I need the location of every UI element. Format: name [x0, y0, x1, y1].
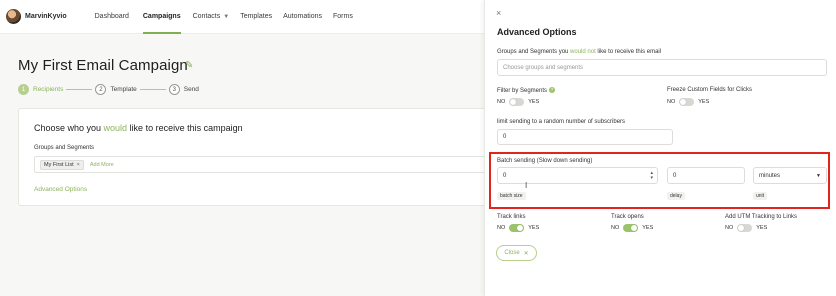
add-more-link[interactable]: Add More [90, 162, 114, 168]
card-title-post: like to receive this campaign [127, 123, 243, 133]
highlight-annotation [489, 152, 830, 209]
list-tag: My First List × [40, 159, 84, 170]
freeze-fields-toggle[interactable]: NO YES [667, 98, 709, 106]
list-tag-label: My First List [44, 161, 74, 168]
step-number: 3 [168, 84, 180, 95]
toggle-yes-label: YES [528, 225, 540, 231]
card-title: Choose who you would like to receive thi… [34, 123, 243, 133]
nav-contacts[interactable]: Contacts ▼ [193, 0, 230, 34]
page-title: My First Email Campaign [18, 57, 188, 74]
pencil-icon[interactable]: ✎ [185, 60, 193, 71]
exclude-groups-label: Groups and Segments you would not like t… [497, 49, 661, 55]
close-icon[interactable]: × [496, 8, 501, 18]
step-divider [139, 89, 166, 90]
username[interactable]: MarvinKyvio [25, 13, 67, 20]
toggle-switch[interactable] [623, 224, 639, 232]
nav-contacts-label: Contacts [192, 13, 221, 20]
avatar[interactable] [6, 9, 21, 24]
toggle-yes-label: YES [698, 99, 710, 105]
toggle-no-label: NO [497, 225, 506, 231]
toggle-no-label: NO [497, 99, 506, 105]
track-links-label: Track links [497, 214, 526, 220]
toggle-switch[interactable] [509, 224, 525, 232]
track-opens-label: Track opens [611, 214, 644, 220]
filter-segments-text: Filter by Segments [497, 88, 548, 94]
close-icon: ✕ [523, 250, 529, 257]
limit-label: limit sending to a random number of subs… [497, 119, 626, 125]
step-divider [66, 89, 93, 90]
nav-campaigns[interactable]: Campaigns [142, 0, 181, 34]
toggle-no-label: NO [667, 99, 676, 105]
toggle-yes-label: YES [642, 225, 654, 231]
toggle-no-label: NO [611, 225, 620, 231]
toggle-yes-label: YES [528, 99, 540, 105]
advanced-options-link[interactable]: Advanced Options [34, 186, 87, 193]
text-cursor-icon: I [525, 181, 528, 190]
nav-dashboard[interactable]: Dashboard [95, 0, 129, 34]
groups-input[interactable]: My First List × Add More [34, 156, 485, 173]
step-template[interactable]: 2 Template [95, 84, 137, 95]
step-send[interactable]: 3 Send [168, 84, 199, 95]
filter-segments-toggle[interactable]: NO YES [497, 98, 539, 106]
toggle-switch[interactable] [679, 98, 695, 106]
chevron-down-icon: ▼ [223, 13, 230, 20]
utm-label: Add UTM Tracking to Links [725, 214, 798, 220]
filter-segments-label: Filter by Segments? [497, 87, 556, 94]
card-title-highlight: would [103, 123, 128, 133]
exclude-label-post: like to receive this email [595, 49, 662, 55]
track-opens-toggle[interactable]: NO YES [611, 224, 653, 232]
recipients-card: Choose who you would like to receive thi… [18, 108, 485, 206]
exclude-label-pre: Groups and Segments you [497, 49, 571, 55]
card-title-pre: Choose who you [34, 123, 104, 133]
nav-templates[interactable]: Templates [240, 0, 272, 34]
toggle-yes-label: YES [756, 225, 768, 231]
help-icon[interactable]: ? [549, 87, 556, 93]
close-icon[interactable]: × [77, 162, 80, 168]
utm-toggle[interactable]: NO YES [725, 224, 767, 232]
freeze-fields-text: Freeze Custom Fields for Clicks [667, 87, 753, 93]
step-number: 1 [18, 84, 29, 95]
toggle-switch[interactable] [737, 224, 753, 232]
exclude-groups-input[interactable]: Choose groups and segments [497, 59, 827, 76]
groups-label: Groups and Segments [34, 145, 95, 151]
panel-title: Advanced Options [497, 27, 577, 37]
campaign-editor: My First Email Campaign ✎ 1 Recipients 2… [0, 34, 485, 296]
step-label: Recipients [33, 86, 64, 93]
toggle-no-label: NO [725, 225, 734, 231]
step-indicator: 1 Recipients 2 Template 3 Send [18, 84, 199, 95]
limit-input[interactable]: 0 [497, 129, 673, 145]
exclude-label-highlight: would not [570, 49, 596, 55]
track-links-toggle[interactable]: NO YES [497, 224, 539, 232]
close-button-label: Close [504, 250, 520, 256]
step-number: 2 [95, 84, 107, 95]
freeze-fields-label: Freeze Custom Fields for Clicks [667, 87, 752, 93]
step-recipients[interactable]: 1 Recipients [18, 84, 63, 95]
toggle-switch[interactable] [509, 98, 525, 106]
step-label: Send [183, 86, 199, 93]
step-label: Template [110, 86, 137, 93]
nav-forms[interactable]: Forms [333, 0, 353, 34]
nav-automations[interactable]: Automations [283, 0, 322, 34]
close-button[interactable]: Close ✕ [496, 245, 537, 261]
